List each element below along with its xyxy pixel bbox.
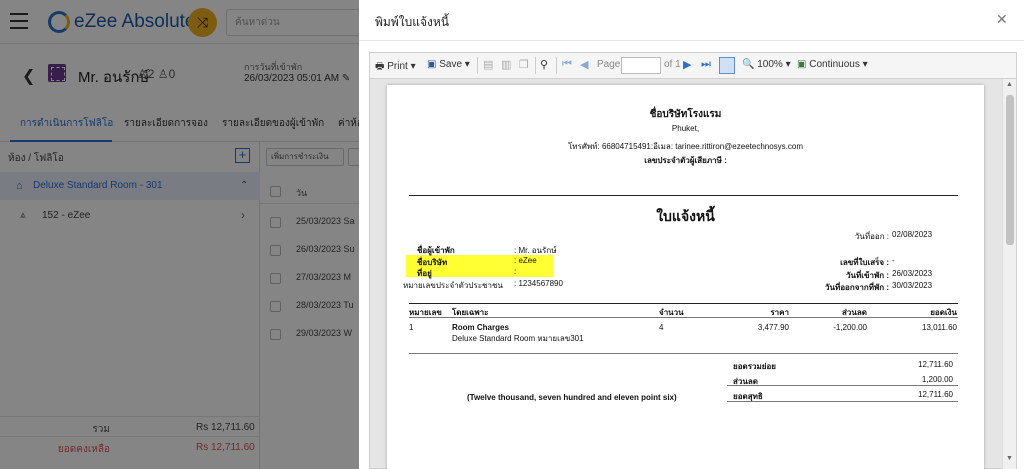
net-rule <box>727 401 958 402</box>
table-top-rule <box>409 303 958 304</box>
tax-id-label: เลขประจำตัวผู้เสียภาษี : <box>644 156 727 165</box>
page-count: of 1 <box>664 59 681 70</box>
row-quantity: 4 <box>659 323 664 332</box>
prev-page-icon[interactable]: ◀ <box>580 58 588 71</box>
row-item-sub: Deluxe Standard Room หมายเลข301 <box>452 334 584 343</box>
printer-icon: 🖶 <box>375 61 385 72</box>
next-page-icon[interactable]: ▶ <box>683 58 691 71</box>
first-page-icon[interactable]: ⏮ <box>562 58 572 71</box>
dialog-title: พิมพ์ใบแจ้งหนี้ <box>375 15 449 29</box>
toolbar-divider <box>556 57 557 74</box>
continuous-icon: ▣ <box>797 59 807 70</box>
issue-date: 02/08/2023 <box>892 230 933 239</box>
address-value: : <box>514 267 517 276</box>
zoom-icon: 🔍 <box>742 59 755 70</box>
document-title: ใบแจ้งหนี้ <box>656 208 715 224</box>
screen: eZee Absolute ⤨ ค้นหาด่วน ❮ Mr. อนรักษ์ … <box>0 0 1024 469</box>
checkin-value: 26/03/2023 <box>892 269 933 278</box>
page-label: Page <box>597 59 621 70</box>
row-number: 1 <box>409 323 414 332</box>
toolbar-divider <box>477 57 478 74</box>
page-number-input[interactable] <box>621 57 661 74</box>
report-viewer: 🖶 Print ▾ ▣ Save ▾ ▤ ▥ ❐ ⚲ ⏮ ◀ Page of 1… <box>369 52 1017 469</box>
hotel-city: Phuket, <box>671 124 700 133</box>
close-icon[interactable]: ✕ <box>996 11 1008 28</box>
receipt-value: - <box>892 256 895 265</box>
find-icon[interactable]: ⚲ <box>540 58 548 71</box>
view-mode-value: Continuous <box>809 59 860 70</box>
hotel-name: ชื่อบริษัทโรงแรม <box>649 109 722 120</box>
save-button[interactable]: ▣ Save ▾ <box>427 59 470 70</box>
issue-date-label: วันที่ออก : <box>854 232 889 241</box>
company-value: : eZee <box>514 256 537 265</box>
row-item: Room Charges <box>452 323 509 332</box>
vertical-scrollbar[interactable]: ▲ ▼ <box>1002 79 1016 469</box>
print-invoice-dialog: พิมพ์ใบแจ้งหนี้ ✕ 🖶 Print ▾ ▣ Save ▾ ▤ ▥… <box>359 0 1024 469</box>
save-label: Save <box>439 59 463 70</box>
scrollbar-thumb[interactable] <box>1006 95 1014 245</box>
parameters-icon[interactable]: ▥ <box>501 58 511 71</box>
dialog-divider <box>359 40 1024 41</box>
header-rule <box>409 195 958 196</box>
scroll-up-icon[interactable]: ▲ <box>1006 81 1013 88</box>
net-value: 12,711.60 <box>918 390 953 399</box>
table-bottom-rule <box>409 353 958 354</box>
amount-in-words: (Twelve thousand, seven hundred and elev… <box>467 393 677 402</box>
print-label: Print <box>387 61 408 72</box>
last-page-icon[interactable]: ⏭ <box>701 58 711 71</box>
toolbar-divider <box>535 57 536 74</box>
document-map-icon[interactable]: ▤ <box>483 58 493 71</box>
copy-icon[interactable]: ❐ <box>519 58 529 71</box>
invoice-page: ชื่อบริษัทโรงแรม Phuket, โทรศัพท์: 66804… <box>387 85 984 469</box>
zoom-value: 100% <box>757 59 783 70</box>
row-amount: 13,011.60 <box>922 323 957 332</box>
id-value: : 1234567890 <box>514 279 563 288</box>
table-header-rule <box>409 317 958 318</box>
view-mode-dropdown[interactable]: ▣ Continuous ▾ <box>797 59 868 70</box>
single-page-view-icon[interactable] <box>719 57 735 74</box>
hotel-contact: โทรศัพท์: 66804715491:อีเมล: tarinee.rit… <box>568 142 803 151</box>
print-button[interactable]: 🖶 Print ▾ <box>375 59 416 76</box>
row-discount: -1,200.00 <box>833 323 867 332</box>
floppy-icon: ▣ <box>427 59 437 70</box>
subtotal-label: ยอดรวมย่อย <box>733 362 776 371</box>
receipt-label: เลขที่ใบเสร็จ : <box>840 258 889 267</box>
discount-label: ส่วนลด <box>733 377 758 386</box>
zoom-dropdown[interactable]: 🔍 100% ▾ <box>742 59 791 70</box>
scroll-down-icon[interactable]: ▼ <box>1006 455 1013 462</box>
checkout-value: 30/03/2023 <box>892 281 933 290</box>
id-label: หมายเลขประจำตัวประชาชน <box>403 281 503 290</box>
row-price: 3,477.90 <box>757 323 789 332</box>
totals-rule <box>727 385 958 386</box>
report-page-area[interactable]: ชื่อบริษัทโรงแรม Phuket, โทรศัพท์: 66804… <box>370 79 1000 469</box>
checkout-label: วันที่ออกจากที่พัก : <box>825 283 889 292</box>
viewer-toolbar: 🖶 Print ▾ ▣ Save ▾ ▤ ▥ ❐ ⚲ ⏮ ◀ Page of 1… <box>370 53 1016 79</box>
subtotal-value: 12,711.60 <box>918 360 953 369</box>
discount-value: 1,200.00 <box>921 375 953 384</box>
